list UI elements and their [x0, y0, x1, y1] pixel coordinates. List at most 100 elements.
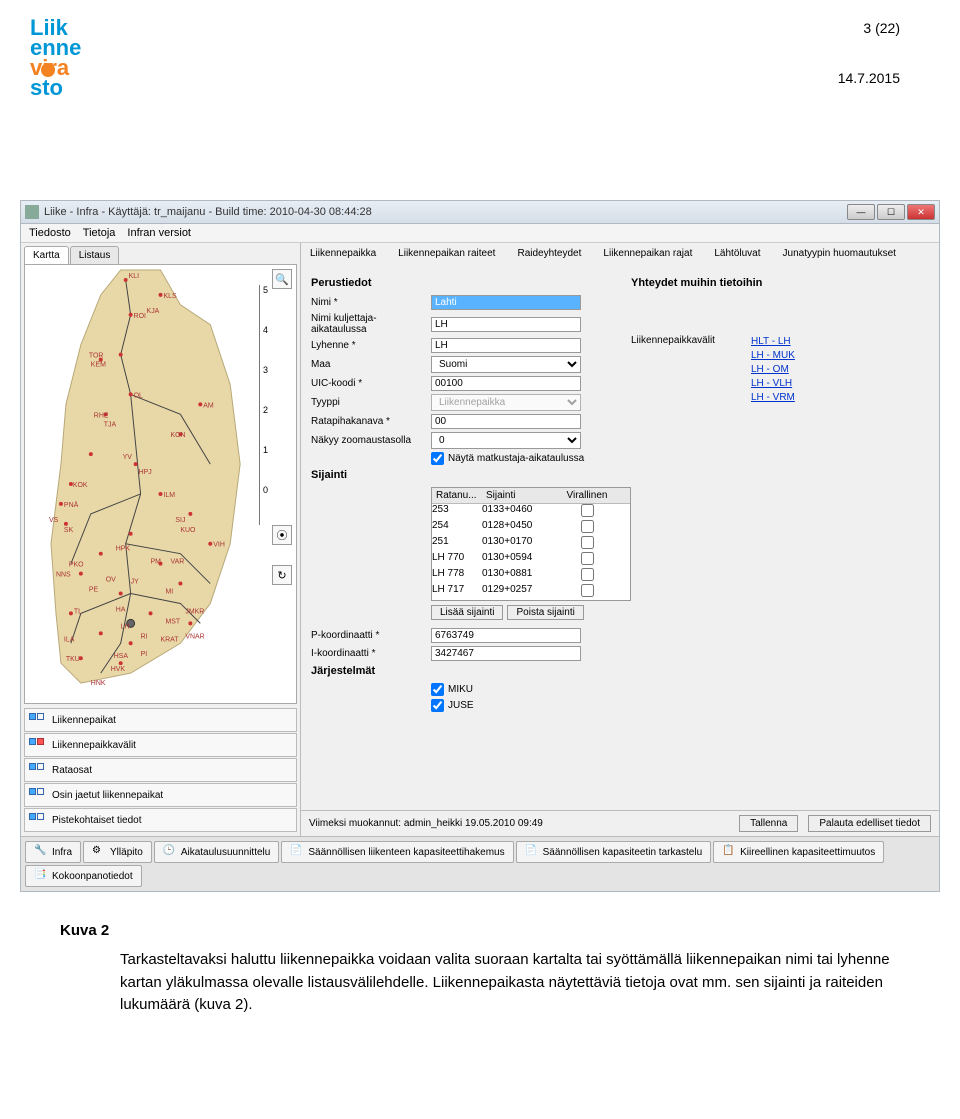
- link-lpv[interactable]: LH - OM: [751, 363, 795, 377]
- svg-text:sto: sto: [30, 75, 63, 100]
- section-jarjestelmat: Järjestelmät: [311, 665, 611, 677]
- btab-kokoonpano[interactable]: 📑Kokoonpanotiedot: [25, 865, 142, 887]
- tab-listaus[interactable]: Listaus: [70, 246, 120, 264]
- layer-pistekohtaiset[interactable]: Pistekohtaiset tiedot: [24, 808, 297, 832]
- svg-text:HSA: HSA: [114, 653, 129, 660]
- minimize-button[interactable]: —: [847, 204, 875, 220]
- button-lisaa-sijainti[interactable]: Lisää sijainti: [431, 605, 503, 620]
- svg-text:ILA: ILA: [64, 636, 75, 643]
- label-nayta: Näytä matkustaja-aikataulussa: [448, 453, 584, 464]
- select-maa[interactable]: Suomi: [431, 356, 581, 373]
- button-poista-sijainti[interactable]: Poista sijainti: [507, 605, 583, 620]
- layer-list: Liikennepaikat Liikennepaikkavälit Ratao…: [24, 708, 297, 833]
- label-zoom: Näkyy zoomaustasolla: [311, 435, 431, 446]
- menu-infran-versiot[interactable]: Infran versiot: [127, 227, 191, 239]
- svg-text:LH: LH: [121, 623, 130, 630]
- link-lpv[interactable]: LH - MUK: [751, 349, 795, 363]
- layer-rataosat[interactable]: Rataosat: [24, 758, 297, 782]
- close-button[interactable]: ✕: [907, 204, 935, 220]
- btab-yllapito[interactable]: ⚙Ylläpito: [83, 841, 152, 863]
- layer-liikennepaikat[interactable]: Liikennepaikat: [24, 708, 297, 732]
- btab-kapasiteetti-tarkastelu[interactable]: 📄Säännöllisen kapasiteetin tarkastelu: [516, 841, 712, 863]
- menu-tietoja[interactable]: Tietoja: [83, 227, 116, 239]
- status-bar: Viimeksi muokannut: admin_heikki 19.05.2…: [301, 810, 939, 836]
- label-pkoord: P-koordinaatti *: [311, 630, 431, 641]
- svg-text:KRAT: KRAT: [161, 636, 180, 643]
- checkbox-juse[interactable]: [431, 699, 444, 712]
- button-palauta[interactable]: Palauta edelliset tiedot: [808, 815, 931, 832]
- input-nimikulj[interactable]: [431, 317, 581, 332]
- dtab-huomautukset[interactable]: Junatyypin huomautukset: [777, 246, 902, 261]
- button-tallenna[interactable]: Tallenna: [739, 815, 798, 832]
- clock-icon: 🕒: [163, 845, 177, 859]
- dtab-lahtoluvat[interactable]: Lähtöluvat: [708, 246, 766, 261]
- layer-osin-jaetut[interactable]: Osin jaetut liikennepaikat: [24, 783, 297, 807]
- figure-caption: Kuva 2: [60, 922, 900, 939]
- gear-icon: ⚙: [92, 845, 106, 859]
- app-icon: [25, 205, 39, 219]
- table-row: 2530133+0460: [432, 504, 630, 520]
- btab-infra[interactable]: 🔧Infra: [25, 841, 81, 863]
- table-row: LH 7170129+0257: [432, 584, 630, 600]
- svg-text:OV: OV: [106, 577, 116, 584]
- liikennevirasto-logo: Liik enne vira sto: [30, 15, 120, 108]
- finland-map-svg: KLIKLSKJA ROITORKEM OLAMRHE TJAKONYV KOK…: [25, 265, 296, 703]
- titlebar: Liike - Infra - Käyttäjä: tr_maijanu - B…: [21, 201, 939, 224]
- maximize-button[interactable]: ☐: [877, 204, 905, 220]
- section-perustiedot: Perustiedot: [311, 277, 611, 289]
- link-lpv[interactable]: LH - VRM: [751, 391, 795, 405]
- link-lpv[interactable]: HLT - LH: [751, 335, 795, 349]
- svg-text:RI: RI: [141, 633, 148, 640]
- svg-text:NNS: NNS: [56, 572, 71, 579]
- dtab-liikennepaikka[interactable]: Liikennepaikka: [304, 246, 382, 261]
- svg-text:VIH: VIH: [213, 542, 225, 549]
- layer-liikennepaikkavalit[interactable]: Liikennepaikkavälit: [24, 733, 297, 757]
- input-uic[interactable]: [431, 376, 581, 391]
- btab-kiireellinen[interactable]: 📋Kiireellinen kapasiteettimuutos: [713, 841, 884, 863]
- svg-text:YV: YV: [123, 454, 133, 461]
- svg-text:TL: TL: [74, 608, 82, 615]
- location-table[interactable]: Ratanu... Sijainti Virallinen 2530133+04…: [431, 487, 631, 601]
- link-list: HLT - LH LH - MUK LH - OM LH - VLH LH - …: [751, 335, 795, 405]
- map-search-icon[interactable]: 🔍: [272, 269, 292, 289]
- map[interactable]: KLIKLSKJA ROITORKEM OLAMRHE TJAKONYV KOK…: [24, 264, 297, 704]
- map-refresh-icon[interactable]: ↻: [272, 565, 292, 585]
- alert-icon: 📋: [722, 845, 736, 859]
- input-ikoord[interactable]: [431, 646, 581, 661]
- last-modified: Viimeksi muokannut: admin_heikki 19.05.2…: [309, 818, 543, 829]
- tab-kartta[interactable]: Kartta: [24, 246, 69, 264]
- menu-tiedosto[interactable]: Tiedosto: [29, 227, 71, 239]
- checkbox-nayta[interactable]: [431, 452, 444, 465]
- dtab-raiteet[interactable]: Liikennepaikan raiteet: [392, 246, 501, 261]
- input-pkoord[interactable]: [431, 628, 581, 643]
- svg-text:HPJ: HPJ: [139, 469, 152, 476]
- checkbox-miku[interactable]: [431, 683, 444, 696]
- svg-text:RHE: RHE: [94, 412, 109, 419]
- label-nimikulj: Nimi kuljettaja-aikataulussa: [311, 313, 431, 335]
- window-title: Liike - Infra - Käyttäjä: tr_maijanu - B…: [44, 206, 847, 218]
- detail-tabs: Liikennepaikka Liikennepaikan raiteet Ra…: [301, 243, 939, 267]
- dtab-rajat[interactable]: Liikennepaikan rajat: [597, 246, 698, 261]
- svg-text:HNK: HNK: [91, 680, 106, 687]
- list-icon: 📑: [34, 869, 48, 883]
- btab-kapasiteetti-hakemus[interactable]: 📄Säännöllisen liikenteen kapasiteettihak…: [281, 841, 513, 863]
- svg-text:VAR: VAR: [170, 559, 184, 566]
- svg-text:TJA: TJA: [104, 421, 117, 428]
- link-lpv[interactable]: LH - VLH: [751, 377, 795, 391]
- input-nimi[interactable]: [431, 295, 581, 310]
- svg-text:TKU: TKU: [66, 656, 80, 663]
- dtab-raideyhteydet[interactable]: Raideyhteydet: [511, 246, 587, 261]
- infra-icon: 🔧: [34, 845, 48, 859]
- section-sijainti: Sijainti: [311, 469, 611, 481]
- input-ratapiha[interactable]: [431, 414, 581, 429]
- doc-icon: 📄: [290, 845, 304, 859]
- svg-text:KLI: KLI: [129, 273, 140, 280]
- label-tyyppi: Tyyppi: [311, 397, 431, 408]
- svg-text:HA: HA: [116, 606, 126, 613]
- select-zoom[interactable]: 0: [431, 432, 581, 449]
- map-home-icon[interactable]: ⦿: [272, 525, 292, 545]
- btab-aikataulu[interactable]: 🕒Aikataulusuunnittelu: [154, 841, 280, 863]
- svg-text:SK: SK: [64, 527, 74, 534]
- input-lyhenne[interactable]: [431, 338, 581, 353]
- svg-text:JY: JY: [131, 579, 139, 586]
